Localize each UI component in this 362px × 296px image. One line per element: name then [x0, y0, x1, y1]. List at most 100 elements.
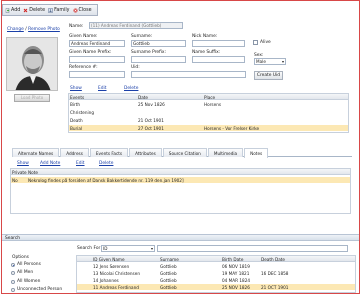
- tab-events-facts[interactable]: Events Facts: [89, 148, 129, 157]
- toolbar: Add Delete Family Close: [2, 4, 98, 16]
- notes-header-note: Note: [28, 169, 38, 175]
- close-icon: [73, 8, 77, 12]
- result-birth: 04 MAR 1824: [222, 277, 251, 283]
- all-persons-radio[interactable]: [11, 263, 15, 267]
- result-id-given: 12 Jens Sørensen: [93, 263, 130, 269]
- table-row[interactable]: Death 21 Oct 1901: [69, 117, 348, 123]
- family-icon: [48, 7, 53, 13]
- event-date: 25 Nov 1826: [138, 101, 165, 107]
- portrait-image: [7, 38, 57, 90]
- photo-link-separator: /: [25, 27, 27, 32]
- all-men-radio[interactable]: [11, 271, 15, 275]
- sex-value: Male: [256, 59, 266, 64]
- notes-delete-link[interactable]: Delete: [99, 161, 113, 166]
- search-title: Search: [5, 236, 21, 241]
- tab-alternate-names[interactable]: Alternate Names: [12, 148, 60, 157]
- table-row-selected[interactable]: 11 Andreas Ferdinand Gottlieb 25 NOV 182…: [77, 284, 355, 290]
- nick-name-input[interactable]: [192, 40, 245, 47]
- table-row[interactable]: 12 Jens Sørensen Gottlieb 06 NOV 1819: [77, 263, 355, 269]
- uid-input[interactable]: [131, 71, 246, 78]
- surname-input[interactable]: Gottlieb: [131, 40, 186, 47]
- delete-button[interactable]: Delete: [23, 8, 45, 13]
- result-death: 21 OCT 1901: [261, 284, 289, 290]
- family-label: Family: [54, 7, 70, 13]
- result-death: 16 DEC 1858: [261, 270, 289, 276]
- delete-label: Delete: [29, 7, 46, 13]
- create-uid-button[interactable]: Create Uid: [254, 71, 283, 80]
- full-name-field: (11) Andreas Ferdinand (Gottlieb): [89, 22, 183, 29]
- reference-label: Reference #:: [69, 65, 98, 70]
- event-type: Birth: [70, 101, 81, 107]
- event-type: Christening: [70, 109, 94, 115]
- uid-label: Uid:: [131, 65, 140, 70]
- table-row-selected[interactable]: Burial 27 Oct 1901 Horsens - Vor Frelser…: [69, 125, 348, 131]
- event-date: 21 Oct 1901: [138, 117, 164, 123]
- note-private: No: [12, 177, 18, 183]
- chevron-down-icon: ▾: [281, 59, 284, 64]
- search-results-table: ID Given Name Surname Birth Date Death D…: [76, 255, 356, 293]
- search-field-select[interactable]: ID ▾: [101, 245, 155, 252]
- result-id-given: 11 Andreas Ferdinand: [93, 284, 139, 290]
- close-button[interactable]: Close: [73, 8, 92, 13]
- given-name-input[interactable]: Andreas Ferdinand: [69, 40, 125, 47]
- given-name-prefix-label: Given Name Prefix:: [69, 50, 112, 55]
- tab-multimedia[interactable]: Multimedia: [207, 148, 244, 157]
- all-persons-label: All Persons: [17, 262, 41, 267]
- given-name-prefix-input[interactable]: [69, 56, 125, 63]
- unconnected-person-radio[interactable]: [11, 288, 15, 292]
- reference-input[interactable]: [69, 71, 125, 78]
- close-label: Close: [78, 7, 92, 13]
- chevron-down-icon: ▾: [150, 246, 153, 251]
- tab-source-citation[interactable]: Source Citation: [162, 148, 207, 157]
- table-row[interactable]: 14 Johannes Gottlieb 04 MAR 1824: [77, 277, 355, 283]
- events-delete-link[interactable]: Delete: [124, 86, 138, 91]
- event-type: Burial: [70, 125, 83, 131]
- change-photo-link[interactable]: Change: [7, 27, 24, 32]
- all-women-radio[interactable]: [11, 280, 15, 284]
- events-header-date: Date: [138, 94, 149, 100]
- add-button[interactable]: Add: [5, 8, 20, 13]
- result-id-given: 13 Nicolai Christensen: [93, 270, 140, 276]
- table-row[interactable]: Birth 25 Nov 1826 Horsens: [69, 101, 348, 107]
- tab-attributes[interactable]: Attributes: [129, 148, 162, 157]
- alive-label: Alive: [260, 40, 271, 45]
- remove-photo-link[interactable]: Remove Photo: [28, 27, 60, 32]
- notes-header-row: Private Note: [11, 169, 350, 175]
- family-button[interactable]: Family: [48, 7, 70, 13]
- table-row[interactable]: 13 Nicolai Christensen Gottlieb 19 MAY 1…: [77, 270, 355, 276]
- result-birth: 06 NOV 1819: [222, 263, 250, 269]
- search-field-value: ID: [103, 246, 108, 251]
- results-header-id-given: ID Given Name: [93, 256, 125, 262]
- options-label: Options: [12, 255, 29, 260]
- event-type: Death: [70, 117, 83, 123]
- events-edit-link[interactable]: Edit: [98, 86, 107, 91]
- notes-add-link[interactable]: Add Note: [40, 161, 60, 166]
- load-photo-button[interactable]: Load Photo: [14, 94, 50, 102]
- given-name-label: Given Name:: [69, 34, 98, 39]
- search-input[interactable]: [157, 245, 348, 252]
- name-suffix-input[interactable]: [192, 56, 245, 63]
- result-id-given: 14 Johannes: [93, 277, 119, 283]
- tab-address[interactable]: Address: [60, 148, 89, 157]
- notes-header-private: Private: [12, 169, 27, 175]
- notes-show-link[interactable]: Show: [17, 161, 29, 166]
- alive-checkbox[interactable]: [253, 40, 258, 45]
- notes-edit-link[interactable]: Edit: [76, 161, 85, 166]
- result-surname: Gottlieb: [160, 284, 177, 290]
- notes-table: Private Note No Nekrolog findes på forsi…: [10, 168, 351, 214]
- name-label: Name:: [69, 24, 84, 29]
- events-table: Events Date Place Birth 25 Nov 1826 Hors…: [68, 93, 349, 133]
- result-surname: Gottlieb: [160, 277, 177, 283]
- results-header-row: ID Given Name Surname Birth Date Death D…: [77, 256, 355, 262]
- add-icon: [5, 7, 10, 13]
- surname-prefix-input[interactable]: [131, 56, 186, 63]
- result-birth: 19 MAY 1821: [222, 270, 250, 276]
- sex-select[interactable]: Male ▾: [254, 58, 286, 65]
- person-photo: [6, 37, 58, 91]
- result-surname: Gottlieb: [160, 263, 177, 269]
- tab-notes[interactable]: Notes: [244, 148, 269, 158]
- table-row-selected[interactable]: No Nekrolog findes på forsiden af Dansk …: [11, 177, 350, 183]
- search-header: Search: [2, 234, 359, 241]
- events-show-link[interactable]: Show: [70, 86, 82, 91]
- table-row[interactable]: Christening: [69, 109, 348, 115]
